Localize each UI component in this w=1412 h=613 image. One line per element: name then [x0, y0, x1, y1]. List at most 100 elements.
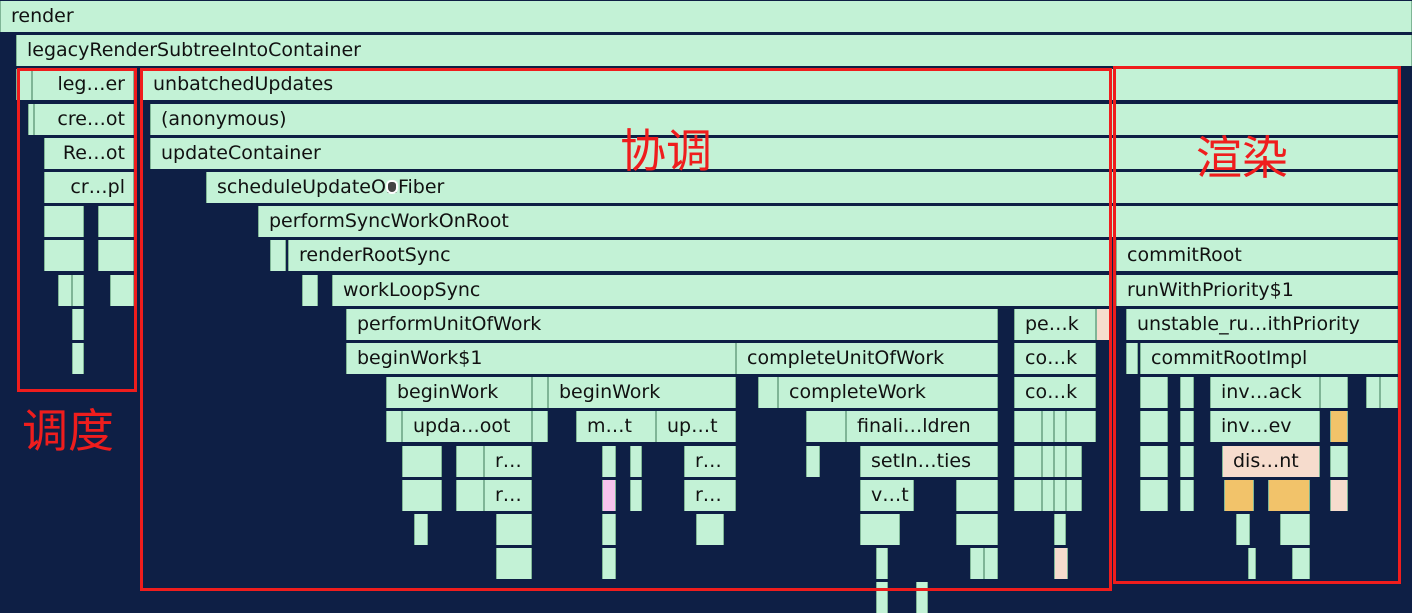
- flame-frame-frame[interactable]: [1292, 548, 1310, 579]
- flame-frame-legacyrendersubtreeintocontainer[interactable]: legacyRenderSubtreeIntoContainer: [16, 35, 1412, 66]
- flame-frame-runwithpriority-1[interactable]: runWithPriority$1: [1116, 275, 1398, 306]
- flame-frame-frame[interactable]: [1054, 446, 1066, 477]
- flame-frame-renderrootsync[interactable]: renderRootSync: [288, 240, 1110, 271]
- flame-frame-frame[interactable]: [1042, 480, 1054, 511]
- flame-frame-frame[interactable]: [1054, 548, 1068, 579]
- flame-frame-v-t[interactable]: v…t: [860, 480, 914, 511]
- flame-frame-frame[interactable]: [1054, 514, 1066, 545]
- flame-frame-inv-ev[interactable]: inv…ev: [1210, 411, 1320, 442]
- flame-frame-frame[interactable]: [456, 480, 484, 511]
- flame-frame-frame[interactable]: [1054, 411, 1066, 442]
- flame-frame-beginwork[interactable]: beginWork: [386, 377, 532, 408]
- flame-frame-workloopsync[interactable]: workLoopSync: [332, 275, 1110, 306]
- flame-frame-frame[interactable]: [696, 514, 724, 545]
- flame-frame-frame[interactable]: [1096, 309, 1110, 340]
- flame-frame-frame[interactable]: [532, 411, 548, 442]
- flame-frame-frame[interactable]: [1236, 514, 1250, 545]
- flame-frame-frame[interactable]: [1054, 480, 1066, 511]
- flame-frame-upda-oot[interactable]: upda…oot: [402, 411, 532, 442]
- flame-frame-r[interactable]: r…: [484, 480, 532, 511]
- flame-frame-inv-ack[interactable]: inv…ack: [1210, 377, 1320, 408]
- flame-frame-cre-ot[interactable]: cre…ot: [34, 104, 134, 135]
- flame-frame-frame[interactable]: [1180, 377, 1194, 408]
- flame-frame-render[interactable]: render: [0, 1, 1412, 32]
- flame-frame-frame[interactable]: [1180, 446, 1194, 477]
- flame-frame-frame[interactable]: [1066, 411, 1096, 442]
- flame-frame-frame[interactable]: [44, 240, 84, 271]
- flame-frame-frame[interactable]: [402, 480, 442, 511]
- flame-frame-frame[interactable]: [1180, 480, 1194, 511]
- flame-frame-performsyncworkonroot[interactable]: performSyncWorkOnRoot: [258, 206, 1398, 237]
- flame-frame-re-ot[interactable]: Re…ot: [44, 138, 134, 169]
- flame-frame-frame[interactable]: [1126, 343, 1138, 374]
- flame-frame-frame[interactable]: [1140, 446, 1168, 477]
- flame-frame-frame[interactable]: [72, 343, 84, 374]
- flame-frame-frame[interactable]: [1248, 548, 1256, 579]
- flame-frame-unstable-ru-ithpriority[interactable]: unstable_ru…ithPriority: [1126, 309, 1398, 340]
- flame-frame-frame[interactable]: [860, 514, 900, 545]
- flame-frame-frame[interactable]: [1140, 377, 1168, 408]
- flame-frame-frame[interactable]: [806, 411, 846, 442]
- flame-frame-commitrootimpl[interactable]: commitRootImpl: [1140, 343, 1398, 374]
- flame-frame-frame[interactable]: [1320, 377, 1348, 408]
- flame-frame-frame[interactable]: [1042, 411, 1054, 442]
- flame-frame-frame[interactable]: [270, 240, 286, 271]
- flame-frame-frame[interactable]: [630, 446, 642, 477]
- flame-frame-frame[interactable]: [110, 275, 134, 306]
- flame-frame-m-t[interactable]: m…t: [576, 411, 656, 442]
- flame-frame-frame[interactable]: [44, 206, 84, 237]
- flame-frame-frame[interactable]: [1280, 514, 1310, 545]
- flame-frame-frame[interactable]: [758, 377, 778, 408]
- flame-frame-completework[interactable]: completeWork: [778, 377, 998, 408]
- flame-frame-frame[interactable]: [956, 514, 998, 545]
- flame-frame-frame[interactable]: [1380, 377, 1398, 408]
- flame-frame-unbatchedupdates[interactable]: unbatchedUpdates: [142, 69, 1398, 100]
- flame-frame-frame[interactable]: [1066, 446, 1082, 477]
- flame-frame-co-k[interactable]: co…k: [1014, 377, 1096, 408]
- flame-frame-frame[interactable]: [956, 480, 998, 511]
- flame-frame-frame[interactable]: [602, 446, 616, 477]
- flame-frame-finali-ldren[interactable]: finali…ldren: [846, 411, 998, 442]
- flame-frame-frame[interactable]: [1066, 480, 1082, 511]
- flame-frame-up-t[interactable]: up…t: [656, 411, 736, 442]
- flame-frame-frame[interactable]: [496, 514, 532, 545]
- flame-frame-co-k[interactable]: co…k: [1014, 343, 1096, 374]
- flame-frame-frame[interactable]: [1224, 480, 1254, 511]
- flame-frame-frame[interactable]: [602, 480, 616, 511]
- flame-frame-frame[interactable]: [602, 514, 616, 545]
- flame-frame-frame[interactable]: [98, 240, 134, 271]
- flame-frame-frame[interactable]: [72, 309, 84, 340]
- flame-frame-frame[interactable]: [1140, 480, 1168, 511]
- flame-frame-frame[interactable]: [1330, 480, 1348, 511]
- flame-frame-dis-nt[interactable]: dis…nt: [1222, 446, 1320, 477]
- flame-frame-frame[interactable]: [302, 275, 318, 306]
- flame-frame-r[interactable]: r…: [484, 446, 532, 477]
- flame-frame-beginwork[interactable]: beginWork: [548, 377, 736, 408]
- flame-frame-frame[interactable]: [1014, 480, 1042, 511]
- flame-frame-frame[interactable]: [16, 69, 32, 100]
- flame-frame-frame[interactable]: [1330, 446, 1348, 477]
- flame-frame-frame[interactable]: [58, 275, 72, 306]
- flame-frame-frame[interactable]: [630, 480, 642, 511]
- flame-frame-frame[interactable]: [72, 275, 84, 306]
- flame-frame-frame[interactable]: [876, 548, 888, 579]
- flame-frame-frame[interactable]: [1268, 480, 1310, 511]
- flame-frame-completeunitofwork[interactable]: completeUnitOfWork: [736, 343, 998, 374]
- flame-frame-frame[interactable]: [876, 582, 888, 613]
- flame-frame-frame[interactable]: [1330, 411, 1348, 442]
- flame-frame-frame[interactable]: [402, 446, 442, 477]
- flame-frame-frame[interactable]: [1180, 411, 1194, 442]
- flame-frame-frame[interactable]: [970, 548, 984, 579]
- flame-frame-frame[interactable]: [1042, 446, 1054, 477]
- flame-frame-frame[interactable]: [1366, 377, 1380, 408]
- flame-frame-cr-pl[interactable]: cr…pl: [44, 172, 134, 203]
- flame-frame-frame[interactable]: [806, 446, 820, 477]
- flame-frame-frame[interactable]: [1014, 446, 1042, 477]
- flame-frame-r[interactable]: r…: [684, 446, 736, 477]
- flame-frame-frame[interactable]: [532, 377, 548, 408]
- flame-frame-frame[interactable]: [496, 548, 532, 579]
- flame-frame-setin-ties[interactable]: setIn…ties: [860, 446, 998, 477]
- flame-frame-commitroot[interactable]: commitRoot: [1116, 240, 1398, 271]
- flame-frame-frame[interactable]: [984, 548, 998, 579]
- flame-frame-pe-k[interactable]: pe…k: [1014, 309, 1096, 340]
